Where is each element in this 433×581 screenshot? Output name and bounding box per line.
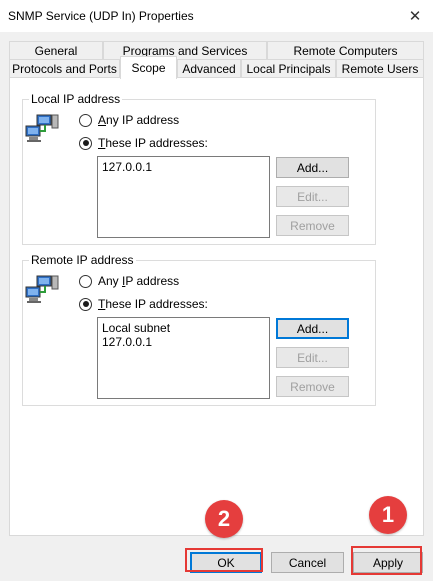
remote-edit-label: Edit... (297, 350, 328, 365)
tab-row-back: General Programs and Services Remote Com… (9, 41, 424, 59)
title-bar: SNMP Service (UDP In) Properties ✕ (0, 0, 433, 32)
remote-any-ip-radio-circle[interactable] (79, 274, 92, 288)
remote-ip-list[interactable]: Local subnet 127.0.0.1 (97, 317, 270, 399)
local-these-ip-radio[interactable]: These IP addresses: (79, 136, 208, 150)
local-these-ip-radio-circle[interactable] (79, 136, 92, 150)
list-item[interactable]: Local subnet (102, 321, 265, 335)
network-computers-icon (25, 114, 59, 142)
local-remove-button[interactable]: Remove (276, 215, 349, 236)
tab-advanced[interactable]: Advanced (177, 59, 241, 77)
local-add-button[interactable]: Add... (276, 157, 349, 178)
list-item[interactable]: 127.0.0.1 (102, 160, 265, 174)
remote-any-ip-radio[interactable]: Any IP address (79, 274, 179, 288)
tab-general[interactable]: General (9, 41, 103, 59)
ok-highlight-box (185, 548, 263, 572)
remote-any-ip-label: Any IP address (98, 274, 180, 288)
tab-remote-users[interactable]: Remote Users (336, 59, 424, 77)
window-title: SNMP Service (UDP In) Properties (8, 9, 194, 23)
local-remove-label: Remove (290, 218, 335, 233)
local-ip-group: Local IP address Any IP address These IP… (22, 92, 376, 245)
local-any-ip-radio-circle[interactable] (79, 113, 92, 127)
remote-these-ip-radio[interactable]: These IP addresses: (79, 297, 208, 311)
step-2-badge: 2 (205, 500, 243, 538)
scope-panel: Local IP address Any IP address These IP… (9, 77, 424, 536)
tab-local-principals[interactable]: Local Principals (241, 59, 336, 77)
local-any-ip-label: Any IP address (98, 113, 180, 127)
tab-scope[interactable]: Scope (120, 56, 177, 79)
remote-these-ip-radio-circle[interactable] (79, 297, 92, 311)
list-item[interactable]: 127.0.0.1 (102, 335, 265, 349)
remote-remove-label: Remove (290, 379, 335, 394)
cancel-button[interactable]: Cancel (271, 552, 344, 573)
local-edit-label: Edit... (297, 189, 328, 204)
local-edit-button[interactable]: Edit... (276, 186, 349, 207)
remote-add-label: Add... (296, 321, 329, 336)
local-add-label: Add... (296, 160, 329, 175)
local-these-ip-label: These IP addresses: (98, 136, 208, 150)
step-1-badge: 1 (369, 496, 407, 534)
remote-edit-button[interactable]: Edit... (276, 347, 349, 368)
tab-protocols-and-ports[interactable]: Protocols and Ports (9, 59, 120, 77)
network-computers-icon (25, 275, 59, 303)
remote-remove-button[interactable]: Remove (276, 376, 349, 397)
apply-highlight-box (351, 546, 422, 575)
remote-add-button[interactable]: Add... (276, 318, 349, 339)
remote-ip-group-label: Remote IP address (29, 253, 136, 267)
tab-row-front: Protocols and Ports Advanced Local Princ… (9, 59, 424, 77)
local-any-ip-radio[interactable]: Any IP address (79, 113, 179, 127)
remote-these-ip-label: These IP addresses: (98, 297, 208, 311)
close-icon[interactable]: ✕ (397, 0, 433, 32)
remote-ip-group: Remote IP address Any IP address These I… (22, 253, 376, 406)
tab-remote-computers[interactable]: Remote Computers (267, 41, 424, 59)
local-ip-list[interactable]: 127.0.0.1 (97, 156, 270, 238)
local-ip-group-label: Local IP address (29, 92, 123, 106)
cancel-label: Cancel (288, 555, 327, 570)
